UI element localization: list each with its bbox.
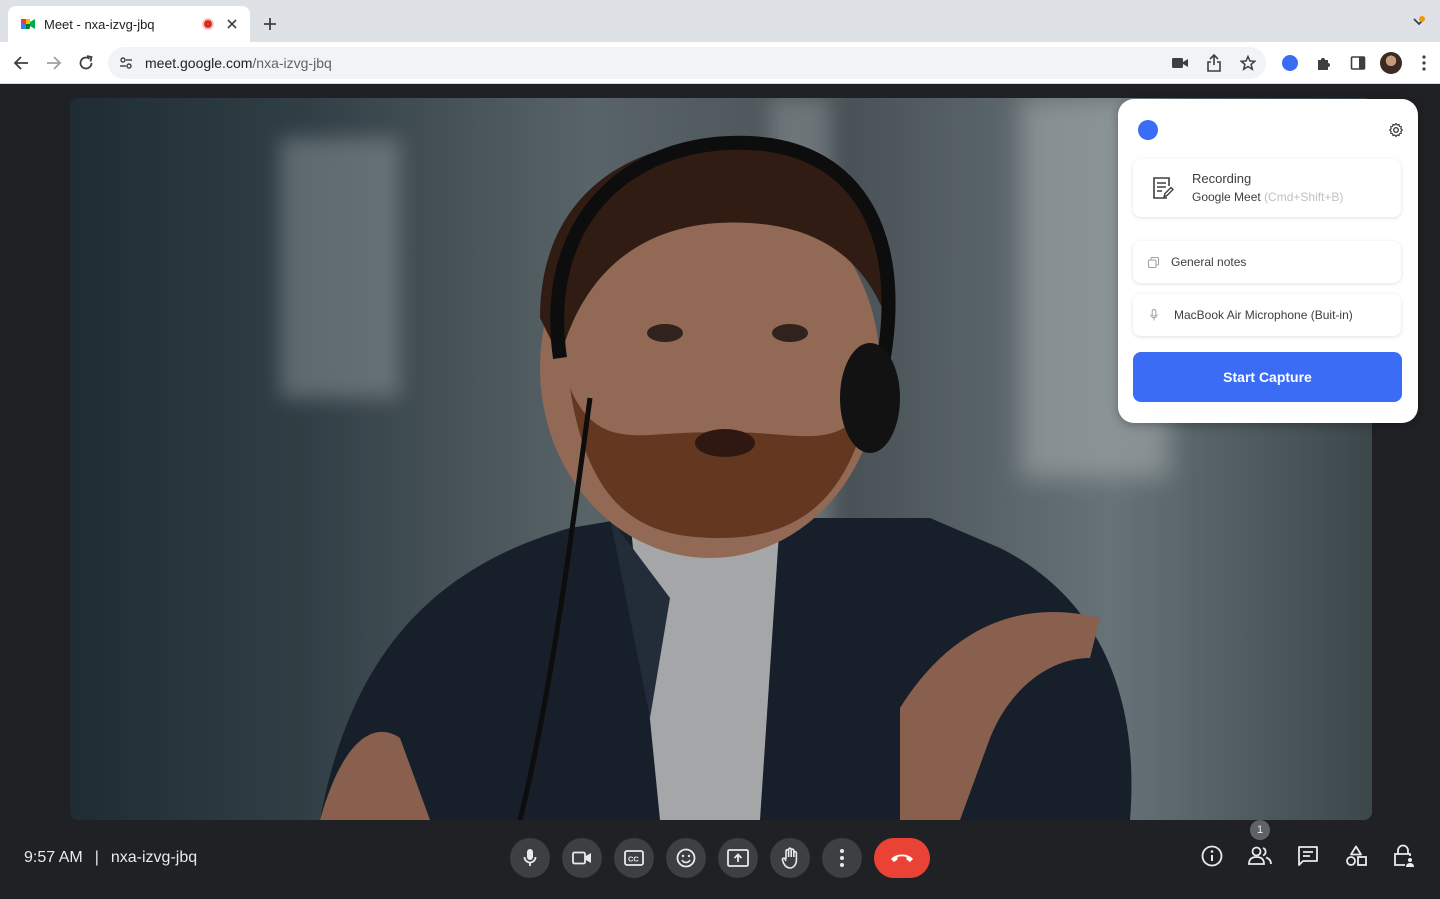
recording-indicator-icon: [202, 18, 214, 30]
notes-copy-icon: [1147, 256, 1159, 268]
note-edit-icon: [1151, 175, 1175, 201]
people-icon: [1248, 846, 1272, 865]
url-host: meet.google.com: [145, 55, 253, 71]
microphone-icon: [523, 849, 537, 866]
chat-button[interactable]: [1296, 844, 1320, 868]
share-icon[interactable]: [1204, 53, 1224, 73]
captions-icon: CC: [624, 850, 644, 866]
capture-extension-icon[interactable]: [1282, 55, 1298, 71]
site-settings-icon[interactable]: [118, 55, 134, 71]
more-options-button[interactable]: [822, 838, 862, 878]
present-screen-icon: [727, 849, 749, 867]
captions-button[interactable]: CC: [614, 838, 654, 878]
emoji-icon: [676, 848, 696, 868]
tab-strip: Meet - nxa-izvg-jbq: [0, 0, 1440, 42]
notes-template-select[interactable]: General notes: [1133, 241, 1401, 283]
meeting-separator: |: [94, 849, 99, 866]
info-icon: [1201, 845, 1223, 867]
hang-up-icon: [891, 854, 913, 862]
settings-gear-icon[interactable]: [1388, 122, 1404, 138]
side-panel-icon[interactable]: [1346, 51, 1370, 75]
activities-shapes-icon: [1346, 845, 1367, 866]
microphone-small-icon: [1149, 309, 1159, 322]
profile-avatar[interactable]: [1380, 52, 1402, 74]
meeting-details-button[interactable]: [1200, 844, 1224, 868]
tab-title: Meet - nxa-izvg-jbq: [44, 16, 155, 32]
meeting-code: nxa-izvg-jbq: [110, 849, 198, 866]
reload-icon[interactable]: [75, 52, 97, 74]
address-bar[interactable]: meet.google.com/nxa-izvg-jbq: [108, 47, 1266, 79]
reactions-button[interactable]: [666, 838, 706, 878]
side-panel-controls: 1: [1200, 820, 1416, 868]
meeting-time: 9:57 AM: [24, 849, 83, 866]
back-icon[interactable]: [10, 52, 32, 74]
notes-label: General notes: [1171, 255, 1247, 269]
forward-icon[interactable]: [43, 52, 65, 74]
extension-logo: [1138, 120, 1158, 140]
bookmark-star-icon[interactable]: [1238, 53, 1258, 73]
chevron-down-icon[interactable]: [1410, 13, 1428, 31]
more-vert-icon: [840, 849, 844, 867]
browser-menu-icon[interactable]: [1412, 51, 1436, 75]
close-tab-icon[interactable]: [224, 16, 240, 32]
start-capture-button[interactable]: Start Capture: [1133, 352, 1402, 402]
present-screen-button[interactable]: [718, 838, 758, 878]
lock-person-icon: [1394, 844, 1414, 867]
meeting-details: 9:57 AM | nxa-izvg-jbq: [24, 849, 197, 867]
host-controls-button[interactable]: [1392, 844, 1416, 868]
activities-button[interactable]: [1344, 844, 1368, 868]
call-controls: CC: [510, 838, 930, 878]
leave-call-button[interactable]: [874, 838, 930, 878]
microphone-label: MacBook Air Microphone (Buit-in): [1174, 308, 1353, 322]
camera-in-use-icon[interactable]: [1170, 53, 1190, 73]
camera-button[interactable]: [562, 838, 602, 878]
microphone-button[interactable]: [510, 838, 550, 878]
browser-toolbar: meet.google.com/nxa-izvg-jbq: [0, 42, 1440, 84]
participant-count-badge: 1: [1250, 820, 1270, 840]
svg-text:CC: CC: [628, 855, 639, 864]
raise-hand-icon: [781, 847, 798, 869]
keyboard-shortcut: (Cmd+Shift+B): [1264, 190, 1344, 204]
new-tab-icon[interactable]: [258, 12, 282, 36]
recording-source: Google Meet: [1192, 190, 1261, 204]
people-button[interactable]: 1: [1248, 820, 1272, 868]
microphone-select[interactable]: MacBook Air Microphone (Buit-in): [1133, 294, 1401, 336]
capture-extension-popup: Recording Google Meet (Cmd+Shift+B) Gene…: [1118, 99, 1418, 423]
raise-hand-button[interactable]: [770, 838, 810, 878]
browser-tab[interactable]: Meet - nxa-izvg-jbq: [8, 6, 250, 42]
extensions-puzzle-icon[interactable]: [1312, 51, 1336, 75]
recording-target-card[interactable]: Recording Google Meet (Cmd+Shift+B): [1133, 159, 1401, 217]
chat-icon: [1298, 846, 1318, 866]
meet-favicon-icon: [20, 16, 36, 32]
notification-dot: [1419, 16, 1425, 22]
camera-icon: [572, 851, 591, 865]
recording-title: Recording: [1192, 171, 1252, 186]
url-path: /nxa-izvg-jbq: [252, 55, 332, 71]
